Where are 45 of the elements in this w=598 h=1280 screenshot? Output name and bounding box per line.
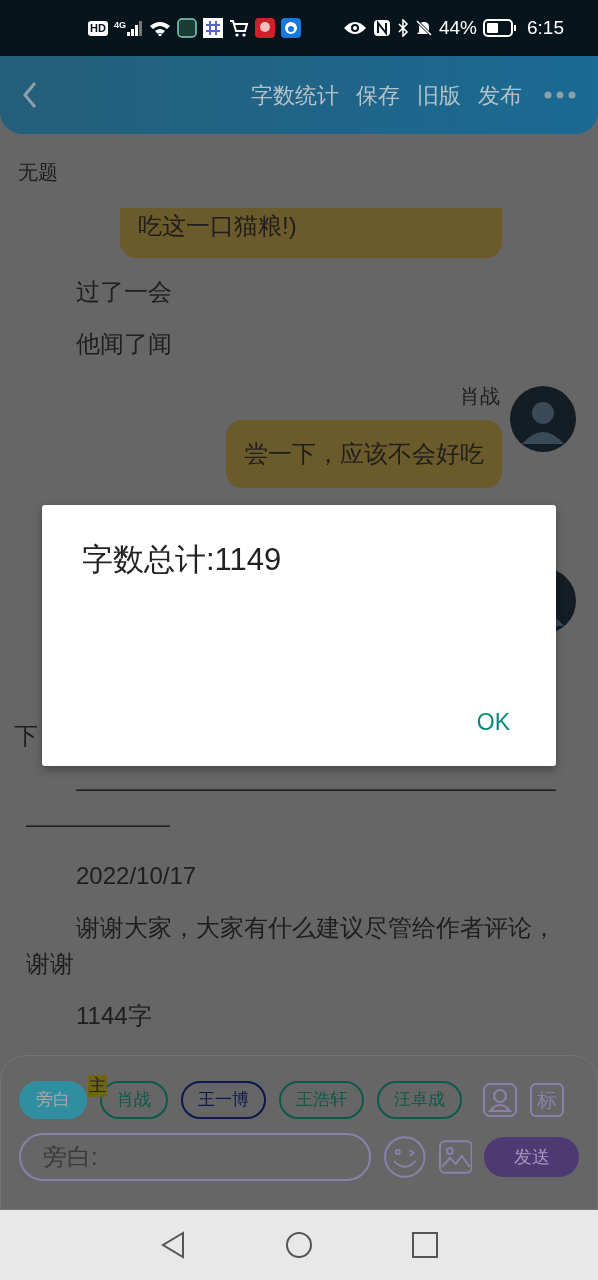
header-action[interactable]: 字数统计	[251, 78, 339, 112]
header-action[interactable]: 发布	[478, 78, 522, 112]
narration-text: 2022/10/17	[75, 861, 198, 891]
narration-text: 过了一会	[75, 277, 173, 307]
header-action[interactable]: 保存	[356, 78, 400, 112]
message-bubble: 吃这一口猫粮!)	[120, 208, 502, 258]
message-bubble: 尝一下，应该不会好吃	[226, 420, 502, 488]
battery-icon	[483, 19, 517, 37]
bluetooth-icon	[397, 19, 409, 37]
app-icon	[176, 18, 197, 38]
role-badge: 主	[88, 1075, 107, 1097]
app-icon	[254, 18, 275, 38]
ok-button[interactable]: OK	[476, 705, 510, 740]
narration-text: 下	[14, 721, 38, 751]
speaker-name: 肖战	[460, 384, 500, 408]
wifi-icon	[148, 20, 171, 36]
battery-percent: 44%	[439, 15, 477, 40]
narration-text: 谢谢大家，大家有什么建议尽管给作者评论，谢谢	[25, 913, 557, 979]
mute-icon	[415, 19, 433, 37]
eye-icon	[343, 20, 367, 36]
person-icon[interactable]	[483, 1083, 517, 1117]
cart-icon	[228, 18, 249, 38]
more-icon[interactable]	[544, 91, 576, 99]
signal-icon	[126, 20, 143, 36]
hd-badge: HD	[88, 20, 108, 36]
smiley-icon[interactable]	[383, 1135, 427, 1179]
recents-icon[interactable]	[412, 1232, 439, 1258]
narration-text: ——————————————————————————	[25, 773, 557, 839]
nfc-icon	[373, 19, 391, 37]
send-button[interactable]: 发送	[484, 1137, 579, 1177]
role-chip[interactable]: 王一博	[181, 1081, 266, 1119]
avatar	[510, 386, 576, 452]
back-icon[interactable]	[159, 1231, 186, 1259]
header-action[interactable]: 旧版	[417, 78, 461, 112]
image-icon[interactable]	[438, 1140, 473, 1174]
dialog-message: 字数总计:1149	[82, 541, 282, 579]
story-title: 无题	[18, 160, 59, 184]
narration-text: 他闻了闻	[75, 329, 173, 359]
back-icon[interactable]	[22, 81, 38, 109]
hash-icon	[202, 18, 223, 38]
home-icon[interactable]	[285, 1231, 313, 1259]
narration-text: 1144字	[75, 1001, 153, 1031]
network-label: 4G	[113, 20, 126, 30]
app-icon	[280, 18, 301, 38]
clock: 6:15	[527, 15, 564, 40]
